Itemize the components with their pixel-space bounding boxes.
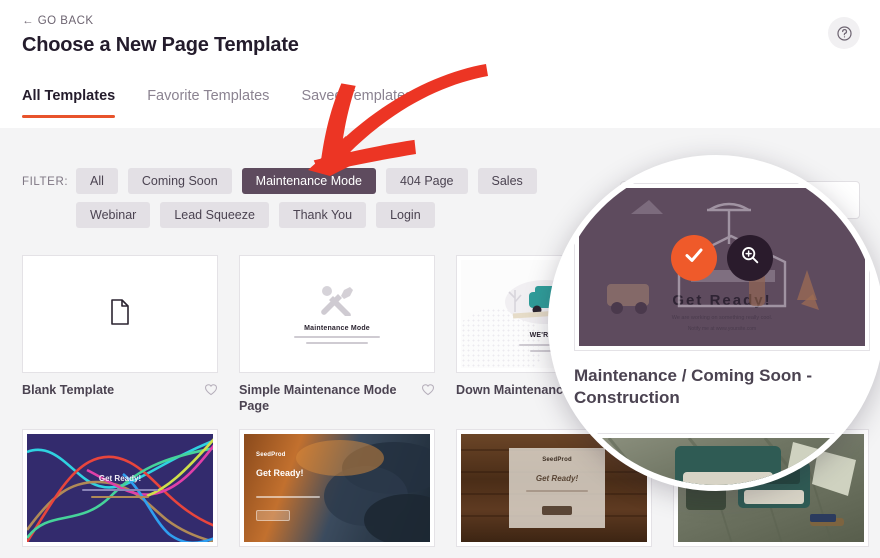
- tools-icon: [317, 284, 357, 321]
- filter-chip-404-page[interactable]: 404 Page: [385, 168, 468, 194]
- template-hover-actions: [671, 234, 773, 281]
- thumbnail-button: [542, 505, 572, 515]
- filter-chip-all[interactable]: All: [76, 168, 118, 194]
- check-icon: [682, 243, 706, 272]
- help-button[interactable]: [828, 17, 860, 49]
- filter-label: FILTER:: [22, 176, 69, 188]
- filter-chip-coming-soon[interactable]: Coming Soon: [127, 168, 232, 194]
- template-card[interactable]: Maintenance Mode Simple Maintenance Mode…: [239, 255, 435, 415]
- template-thumbnail[interactable]: [22, 255, 218, 373]
- template-card[interactable]: Get Ready! Maintenance / Coming Soon - T…: [22, 428, 218, 558]
- filter-chip-webinar[interactable]: Webinar: [76, 202, 151, 228]
- select-template-button[interactable]: [671, 234, 717, 281]
- preview-template-button[interactable]: [727, 234, 773, 281]
- template-thumbnail[interactable]: SeedProd Get Ready!: [239, 428, 435, 547]
- thumbnail-heading: Get Ready!: [98, 473, 142, 483]
- filter-chip-sales[interactable]: Sales: [477, 168, 537, 194]
- go-back-link[interactable]: ← GO BACK: [22, 15, 94, 27]
- filter-chip-maintenance-mode[interactable]: Maintenance Mode: [241, 168, 376, 194]
- thumbnail-line: [294, 336, 380, 338]
- filter-chip-thank-you[interactable]: Thank You: [278, 202, 367, 228]
- tab-all-templates[interactable]: All Templates: [22, 88, 116, 118]
- filter-chip-lead-squeeze[interactable]: Lead Squeeze: [160, 202, 269, 228]
- magnify-icon: [739, 244, 761, 271]
- filter-chip-group: All Coming Soon Maintenance Mode 404 Pag…: [76, 168, 596, 228]
- page-title: Choose a New Page Template: [22, 34, 299, 56]
- heart-outline-icon[interactable]: [204, 383, 218, 401]
- template-card[interactable]: Blank Template: [22, 255, 218, 415]
- tab-saved-templates[interactable]: Saved Templates: [301, 88, 412, 118]
- template-title: Blank Template: [22, 383, 115, 397]
- heart-outline-icon[interactable]: [421, 383, 435, 401]
- tab-favorite-templates[interactable]: Favorite Templates: [147, 88, 269, 118]
- thumbnail-line: [306, 342, 368, 344]
- thumbnail-line: [526, 489, 588, 492]
- magnified-template-title: Maintenance / Coming Soon - Construction: [574, 366, 813, 407]
- thumbnail-line: [91, 495, 149, 498]
- template-title: Down Maintenance: [456, 383, 571, 397]
- template-tabs: All Templates Favorite Templates Saved T…: [22, 88, 412, 118]
- question-circle-icon: [836, 25, 853, 42]
- template-thumbnail[interactable]: Get Ready!: [22, 428, 218, 547]
- magnified-template-thumbnail[interactable]: Get Ready! We are working on something r…: [574, 183, 870, 351]
- template-card[interactable]: SeedProd Get Ready! Maintenance / Coming…: [239, 428, 435, 558]
- thumbnail-button: [256, 509, 290, 521]
- template-title: Simple Maintenance Mode Page: [239, 383, 397, 414]
- magnified-next-card[interactable]: [574, 433, 870, 485]
- thumbnail-line: [82, 488, 158, 491]
- thumbnail-heading: Get Ready!: [256, 467, 304, 478]
- document-icon: [109, 298, 131, 331]
- thumbnail-button: [810, 513, 836, 522]
- thumbnail-heading: Maintenance Mode: [304, 325, 370, 332]
- template-chooser-screen: ← GO BACK Choose a New Page Template All…: [0, 0, 880, 558]
- template-thumbnail[interactable]: Maintenance Mode: [239, 255, 435, 373]
- page-header: ← GO BACK Choose a New Page Template All…: [0, 0, 880, 128]
- thumbnail-line: [256, 495, 320, 498]
- filter-chip-login[interactable]: Login: [376, 202, 435, 228]
- zoom-magnifier-overlay: Get Ready! We are working on something r…: [548, 155, 880, 491]
- brand-label: SeedProd: [256, 451, 286, 458]
